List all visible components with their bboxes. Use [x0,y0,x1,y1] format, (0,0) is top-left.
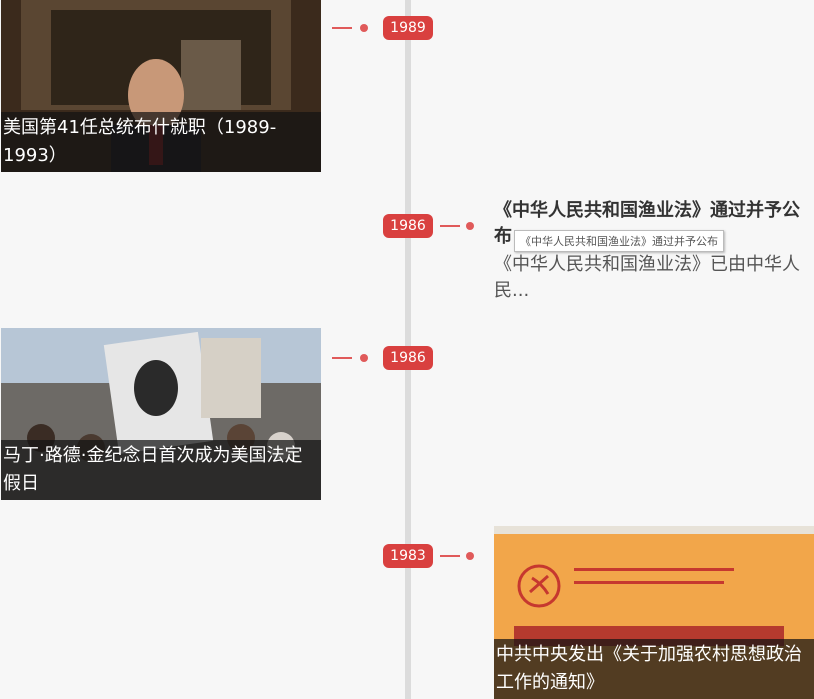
connector [332,353,372,363]
connector [440,221,476,231]
year-badge: 1983 [383,544,433,568]
event-card-1986-mlk[interactable]: 马丁·路德·金纪念日首次成为美国法定假日 [1,328,321,500]
year-badge: 1986 [383,346,433,370]
connector [332,23,372,33]
year-badge: 1986 [383,214,433,238]
event-caption: 美国第41任总统布什就职（1989-1993） [1,112,321,172]
event-card-1989[interactable]: 美国第41任总统布什就职（1989-1993） [1,0,321,172]
title-tooltip: 《中华人民共和国渔业法》通过并予公布 [514,230,724,252]
event-caption: 马丁·路德·金纪念日首次成为美国法定假日 [1,440,321,500]
event-summary: 《中华人民共和国渔业法》已由中华人民... [494,254,800,301]
event-card-1983[interactable]: 中共中央发出《关于加强农村思想政治工作的通知》 [494,526,814,699]
event-caption: 中共中央发出《关于加强农村思想政治工作的通知》 [494,639,814,699]
connector [440,551,476,561]
year-badge: 1989 [383,16,433,40]
